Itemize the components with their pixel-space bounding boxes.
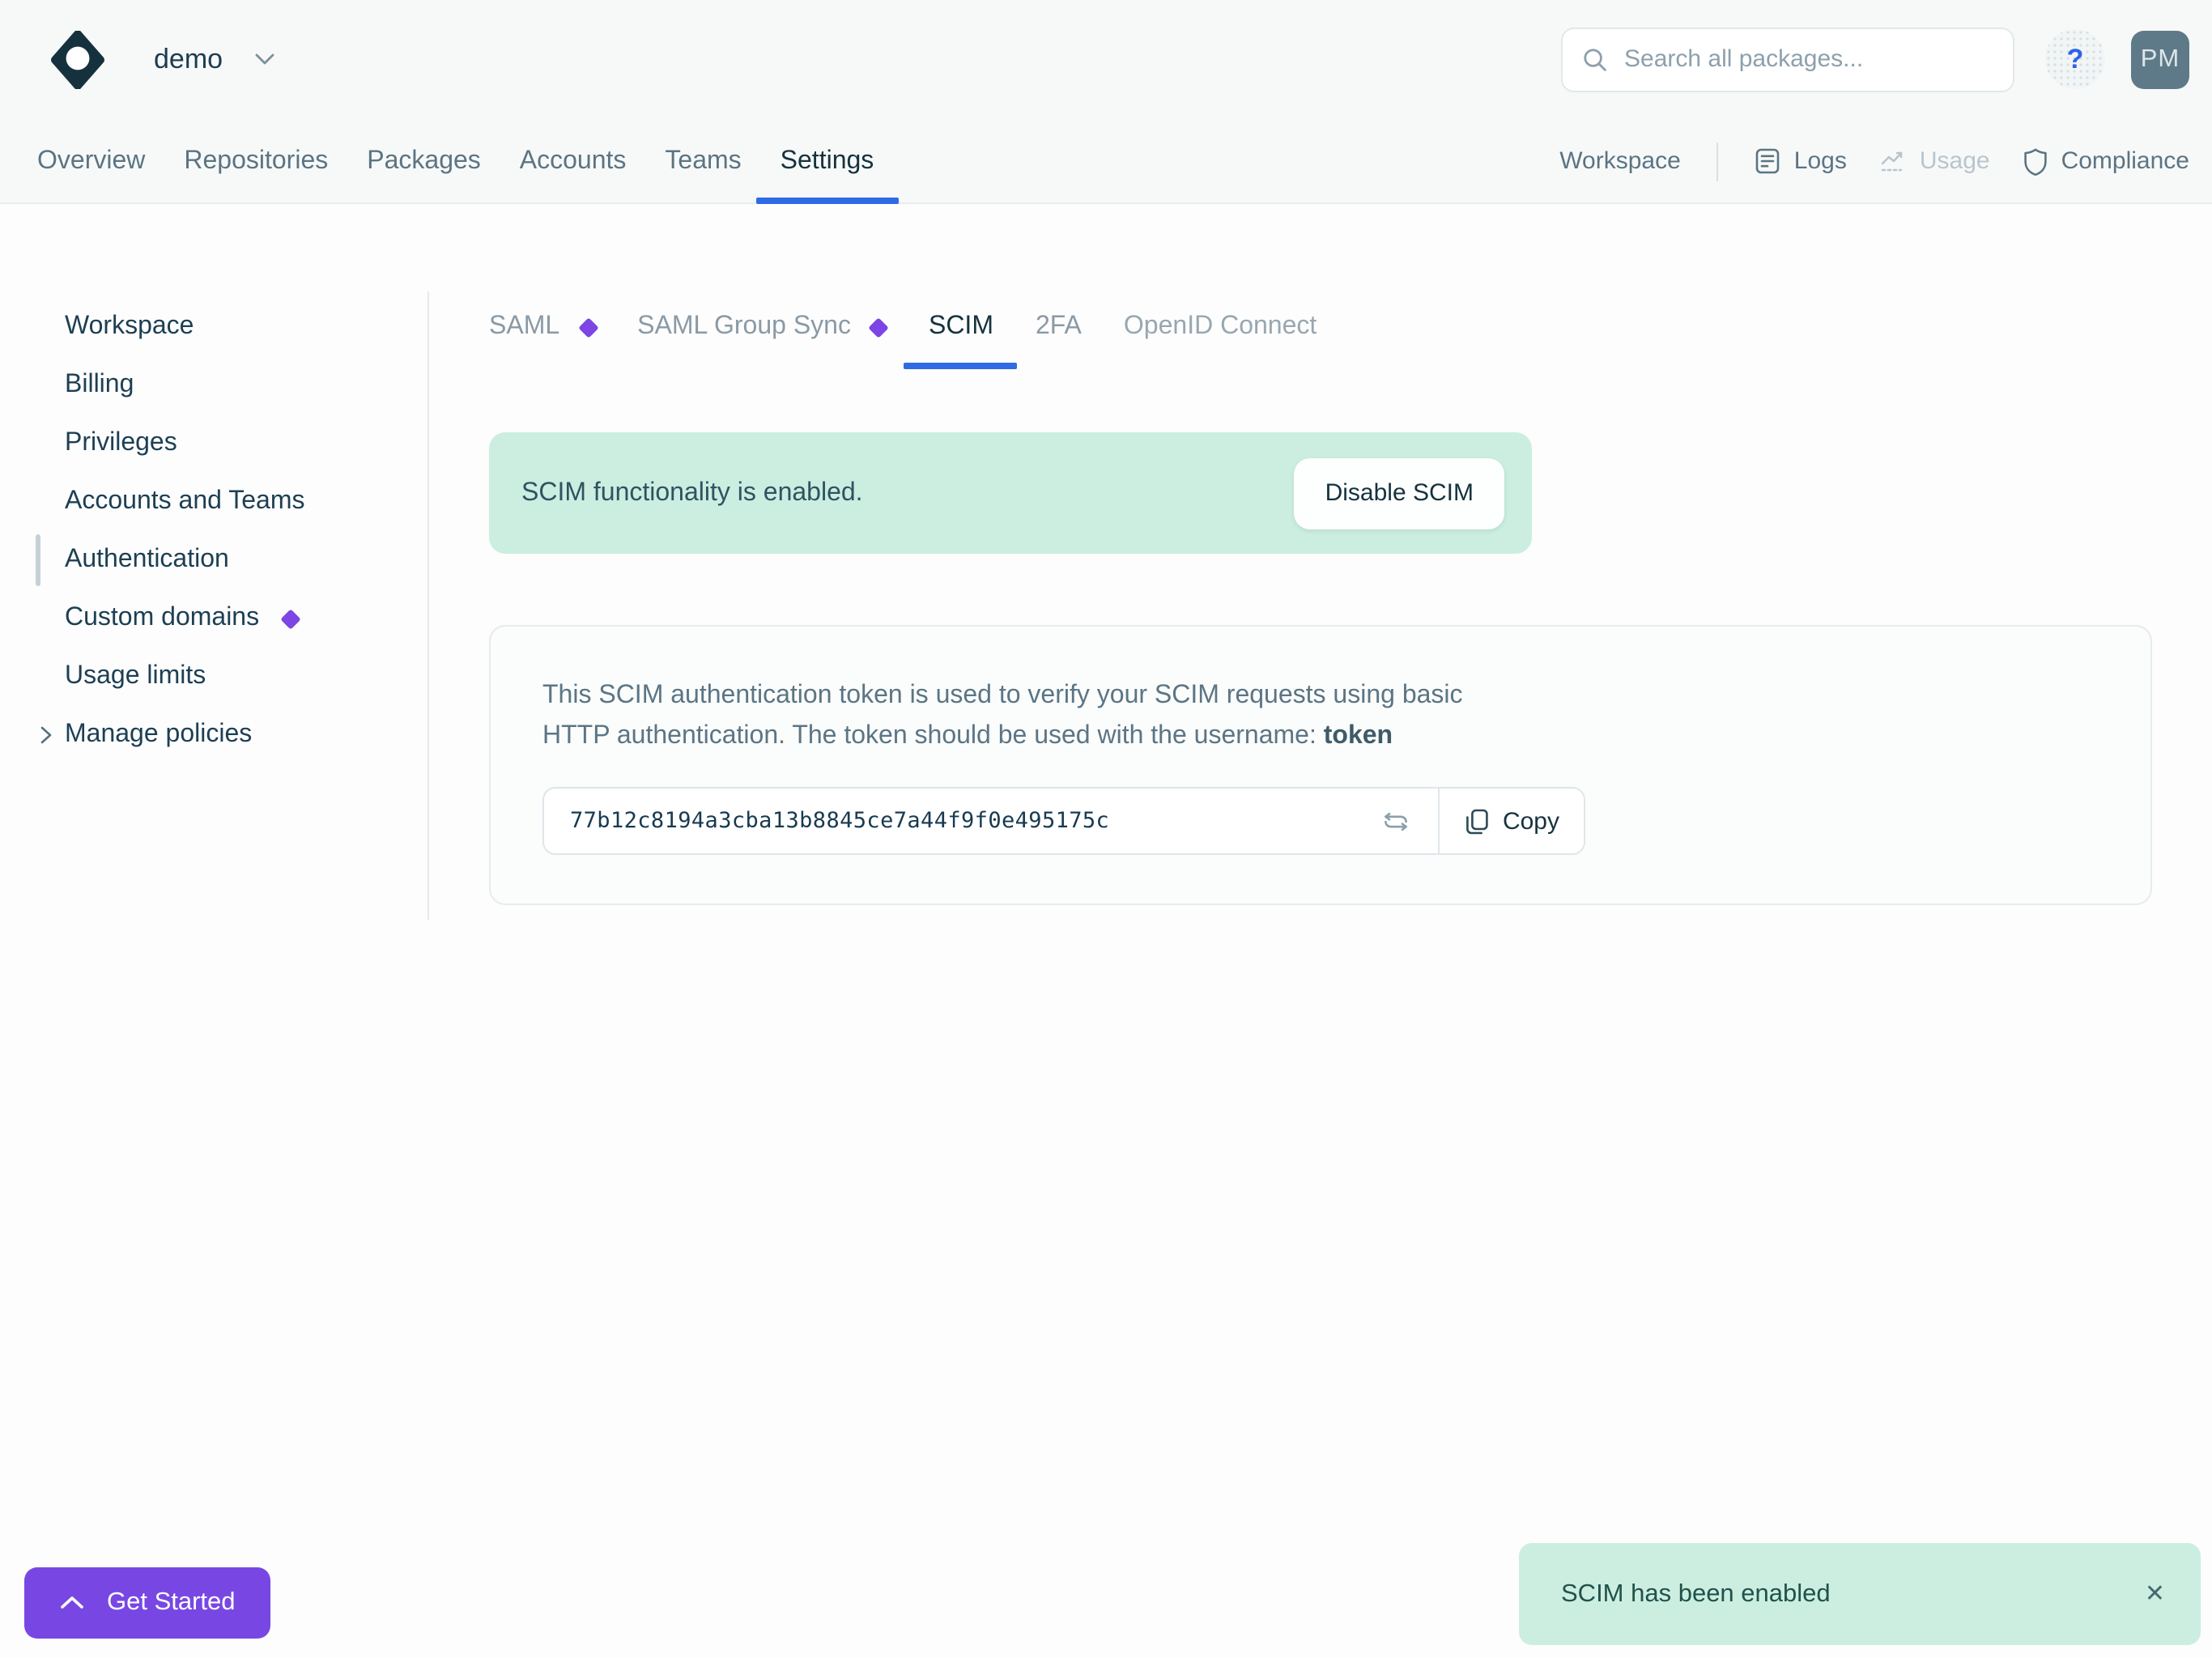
tab-label: OpenID Connect <box>1124 312 1317 342</box>
app-root: demo ? PM Overview Repositories Packages… <box>0 0 2212 1658</box>
context-workspace-label[interactable]: Workspace <box>1559 147 1681 175</box>
regenerate-token-button[interactable] <box>1376 802 1415 840</box>
tab-2fa[interactable]: 2FA <box>1015 311 1103 343</box>
token-description: This SCIM authentication token is used t… <box>542 675 1514 756</box>
get-started-label: Get Started <box>107 1588 236 1618</box>
chevron-down-icon <box>253 52 274 66</box>
logs-icon <box>1754 147 1781 175</box>
sidebar-item-label: Custom domains <box>65 604 259 633</box>
toast-close-button[interactable]: ✕ <box>2145 1582 2165 1606</box>
nav-tab-settings[interactable]: Settings <box>761 118 894 204</box>
sidebar-item-privileges[interactable]: Privileges <box>0 414 428 473</box>
sidebar-item-accounts-and-teams[interactable]: Accounts and Teams <box>0 473 428 531</box>
search-icon <box>1582 46 1608 72</box>
workspace-name: demo <box>154 43 223 75</box>
nav-tab-overview[interactable]: Overview <box>37 118 164 204</box>
disable-scim-button[interactable]: Disable SCIM <box>1295 457 1504 529</box>
sidebar-item-authentication[interactable]: Authentication <box>0 531 428 589</box>
context-nav: Workspace Logs Usage Compliance <box>1559 142 2189 181</box>
tab-label: 2FA <box>1036 312 1082 342</box>
search-input[interactable] <box>1624 45 1993 73</box>
nav-tab-repositories[interactable]: Repositories <box>164 118 347 204</box>
token-row: 77b12c8194a3cba13b8845ce7a44f9f0e495175c… <box>542 787 1585 855</box>
banner-message: SCIM functionality is enabled. <box>521 478 863 508</box>
premium-diamond-icon <box>869 317 889 337</box>
sidebar-item-workspace[interactable]: Workspace <box>0 298 428 356</box>
sidebar-item-billing[interactable]: Billing <box>0 356 428 414</box>
sidebar-item-custom-domains[interactable]: Custom domains <box>0 589 428 648</box>
chevron-right-icon <box>39 725 53 745</box>
token-field[interactable]: 77b12c8194a3cba13b8845ce7a44f9f0e495175c <box>544 789 1438 853</box>
sidebar-item-usage-limits[interactable]: Usage limits <box>0 648 428 706</box>
primary-nav: Overview Repositories Packages Accounts … <box>37 118 893 204</box>
premium-diamond-icon <box>280 608 300 628</box>
compliance-link[interactable]: Compliance <box>2023 147 2189 176</box>
token-username: token <box>1324 722 1393 750</box>
tab-saml[interactable]: SAML <box>489 311 616 343</box>
tab-saml-group-sync[interactable]: SAML Group Sync <box>616 311 908 343</box>
sidebar-item-label: Manage policies <box>65 721 252 750</box>
usage-label: Usage <box>1920 147 1990 175</box>
workspace-switcher[interactable]: demo <box>154 43 274 75</box>
nav-tab-accounts[interactable]: Accounts <box>500 118 646 204</box>
scim-token-card: This SCIM authentication token is used t… <box>489 625 2152 905</box>
search-box[interactable] <box>1561 27 2014 91</box>
tab-label: SCIM <box>929 312 993 342</box>
avatar[interactable]: PM <box>2131 30 2189 88</box>
toast-message: SCIM has been enabled <box>1561 1579 1831 1609</box>
logs-label: Logs <box>1794 147 1847 175</box>
scim-enabled-banner: SCIM functionality is enabled. Disable S… <box>489 432 1532 554</box>
usage-chart-icon <box>1879 147 1907 175</box>
help-button[interactable]: ? <box>2045 29 2105 89</box>
logs-link[interactable]: Logs <box>1754 147 1847 175</box>
nav-tab-teams[interactable]: Teams <box>645 118 760 204</box>
tab-openid-connect[interactable]: OpenID Connect <box>1103 311 1338 343</box>
get-started-button[interactable]: Get Started <box>24 1567 271 1639</box>
vertical-divider <box>1716 142 1718 181</box>
success-toast: SCIM has been enabled ✕ <box>1519 1543 2201 1645</box>
tab-scim[interactable]: SCIM <box>908 311 1015 343</box>
settings-sidebar: Workspace Billing Privileges Accounts an… <box>0 291 429 920</box>
copy-label: Copy <box>1503 807 1559 835</box>
nav-tab-packages[interactable]: Packages <box>347 118 500 204</box>
help-label: ? <box>2067 43 2084 74</box>
refresh-icon <box>1383 809 1409 833</box>
header: demo ? PM Overview Repositories Packages… <box>0 0 2212 204</box>
auth-subtabs: SAML SAML Group Sync SCIM 2FA OpenID Con… <box>489 311 2212 343</box>
premium-diamond-icon <box>577 317 598 337</box>
header-nav-row: Overview Repositories Packages Accounts … <box>0 118 2212 204</box>
header-top-bar: demo ? PM <box>0 0 2212 118</box>
cloudsmith-logo-icon[interactable] <box>50 30 105 88</box>
tab-label: SAML Group Sync <box>637 312 851 342</box>
compliance-shield-icon <box>2023 147 2048 176</box>
chevron-up-icon <box>60 1596 84 1609</box>
sidebar-item-manage-policies[interactable]: Manage policies <box>0 706 428 764</box>
compliance-label: Compliance <box>2061 147 2189 175</box>
page-body: Workspace Billing Privileges Accounts an… <box>0 204 2212 920</box>
token-value: 77b12c8194a3cba13b8845ce7a44f9f0e495175c <box>570 808 1109 834</box>
copy-token-button[interactable]: Copy <box>1438 789 1584 853</box>
main-content: SAML SAML Group Sync SCIM 2FA OpenID Con… <box>429 204 2212 905</box>
usage-link[interactable]: Usage <box>1879 147 1990 175</box>
tab-label: SAML <box>489 312 559 342</box>
copy-icon <box>1464 807 1490 835</box>
